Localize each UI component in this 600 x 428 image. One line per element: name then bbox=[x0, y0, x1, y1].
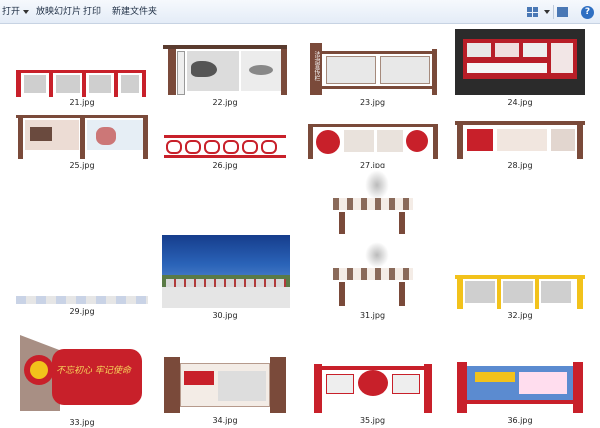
file-name: 21.jpg bbox=[69, 98, 95, 107]
toolbar: 打开 放映幻灯片 打印 新建文件夹 ? bbox=[0, 0, 600, 24]
file-name: 36.jpg bbox=[507, 416, 533, 425]
thumbnail: 法治宣传栏 bbox=[308, 43, 438, 95]
slideshow-label: 放映幻灯片 bbox=[36, 7, 82, 17]
thumbnail bbox=[308, 360, 438, 413]
file-item[interactable]: 21.jpg bbox=[12, 62, 152, 110]
file-item[interactable]: 27.jpg bbox=[305, 122, 440, 173]
file-item[interactable]: 31.jpg bbox=[325, 168, 420, 323]
file-item[interactable]: 26.jpg bbox=[160, 133, 290, 173]
thumbnail bbox=[163, 43, 287, 95]
file-name: 26.jpg bbox=[212, 161, 238, 170]
new-folder-button[interactable]: 新建文件夹 bbox=[112, 4, 157, 20]
file-name: 31.jpg bbox=[359, 311, 386, 320]
thumbnail bbox=[308, 122, 438, 159]
thumbnail bbox=[162, 133, 288, 159]
slogan-text: 不忘初心 牢记使命 bbox=[56, 366, 131, 376]
file-item[interactable]: 24.jpg bbox=[455, 29, 585, 110]
print-button[interactable]: 打印 bbox=[83, 4, 101, 20]
file-name: 29.jpg bbox=[69, 307, 95, 316]
file-name: 28.jpg bbox=[507, 161, 533, 170]
file-item[interactable]: 29.jpg bbox=[12, 293, 152, 323]
file-item[interactable]: 25.jpg bbox=[12, 113, 152, 173]
file-explorer-window: 打开 放映幻灯片 打印 新建文件夹 ? 21.jpg 22.jpg 法治宣传栏 … bbox=[0, 0, 600, 428]
thumbnail bbox=[16, 65, 146, 97]
file-name: 30.jpg bbox=[212, 311, 238, 320]
help-icon[interactable]: ? bbox=[581, 5, 594, 19]
file-name: 34.jpg bbox=[212, 416, 238, 425]
thumbnail: 不忘初心 牢记使命 bbox=[16, 325, 148, 413]
preview-pane-icon[interactable] bbox=[557, 7, 569, 17]
file-name: 22.jpg bbox=[212, 98, 238, 107]
toolbar-divider bbox=[553, 5, 554, 19]
file-name: 32.jpg bbox=[507, 311, 533, 320]
file-item[interactable]: 32.jpg bbox=[455, 273, 585, 323]
thumbnail bbox=[16, 113, 148, 159]
file-item[interactable]: 34.jpg bbox=[160, 355, 290, 428]
thumbnail bbox=[162, 235, 290, 308]
thumbnail bbox=[455, 360, 585, 413]
new-folder-label: 新建文件夹 bbox=[112, 7, 158, 17]
open-label: 打开 bbox=[2, 7, 21, 17]
file-item[interactable]: 28.jpg bbox=[455, 119, 585, 173]
thumbnail bbox=[329, 168, 417, 308]
file-item[interactable]: 35.jpg bbox=[305, 360, 440, 428]
slideshow-button[interactable]: 放映幻灯片 bbox=[36, 4, 81, 20]
file-item[interactable]: 36.jpg bbox=[455, 360, 585, 428]
sign-text: 法治宣传栏 bbox=[313, 51, 320, 81]
file-name: 25.jpg bbox=[69, 161, 95, 170]
file-item[interactable]: 不忘初心 牢记使命 33.jpg bbox=[12, 325, 152, 428]
thumbnail bbox=[455, 29, 585, 95]
thumbnail bbox=[455, 273, 585, 309]
file-name: 33.jpg bbox=[69, 418, 95, 427]
thumbnail bbox=[16, 293, 148, 305]
file-item[interactable]: 法治宣传栏 23.jpg bbox=[305, 43, 440, 110]
file-item[interactable]: 30.jpg bbox=[160, 235, 290, 323]
open-button[interactable]: 打开 bbox=[2, 4, 30, 20]
thumbnail bbox=[162, 355, 288, 413]
file-name: 35.jpg bbox=[359, 416, 386, 425]
file-name: 23.jpg bbox=[359, 98, 386, 107]
thumbnail bbox=[455, 119, 585, 159]
file-name: 24.jpg bbox=[507, 98, 533, 107]
view-options-icon[interactable] bbox=[527, 7, 539, 17]
file-grid: 21.jpg 22.jpg 法治宣传栏 23.jpg 24.jpg 25.jpg… bbox=[0, 25, 600, 428]
chevron-down-icon bbox=[23, 9, 30, 14]
print-label: 打印 bbox=[83, 7, 102, 17]
toolbar-right-group: ? bbox=[527, 3, 600, 21]
file-item[interactable]: 22.jpg bbox=[160, 43, 290, 110]
view-dropdown-icon[interactable] bbox=[544, 10, 550, 14]
